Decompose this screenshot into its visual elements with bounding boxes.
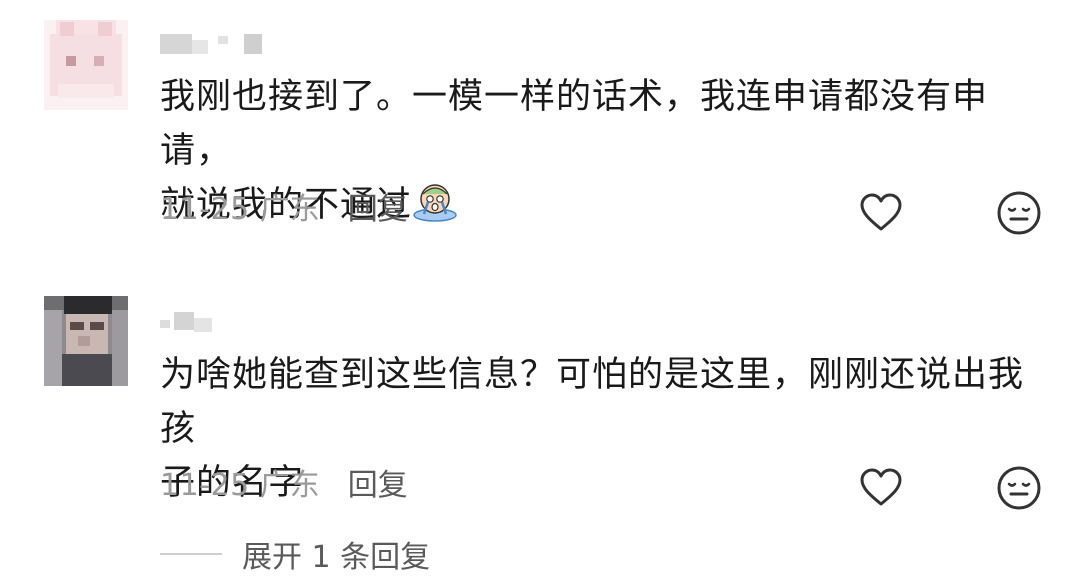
avatar[interactable] [44,20,128,110]
reply-button[interactable]: 回复 [348,192,408,227]
avatar[interactable] [44,296,128,386]
comment-meta: 11-25 广东 回复 [160,466,408,506]
comment-date: 11-25 [160,468,250,503]
neutral-face-icon[interactable] [996,190,1042,236]
username[interactable] [160,312,240,336]
expand-replies[interactable]: 展开 1 条回复 [160,530,430,578]
neutral-face-icon[interactable] [996,465,1042,511]
comment-date: 11-25 [160,192,250,227]
username[interactable] [160,34,270,58]
comment-location: 广东 [259,192,320,227]
comment-location: 广东 [259,468,320,503]
comment-text-line: 我刚也接到了。一模一样的话术，我连申请都没有申请， [160,77,989,171]
heart-outline-icon[interactable] [858,465,904,511]
comment-meta: 11-25 广东 回复 [160,190,408,230]
divider [160,553,222,555]
expand-replies-label[interactable]: 展开 1 条回复 [242,532,430,576]
heart-outline-icon[interactable] [858,190,904,236]
reply-button[interactable]: 回复 [348,468,408,503]
crying-emoji-icon [413,184,457,222]
comment-text-line: 为啥她能查到这些信息？可怕的是这里，刚刚还说出我孩 [160,355,1025,449]
